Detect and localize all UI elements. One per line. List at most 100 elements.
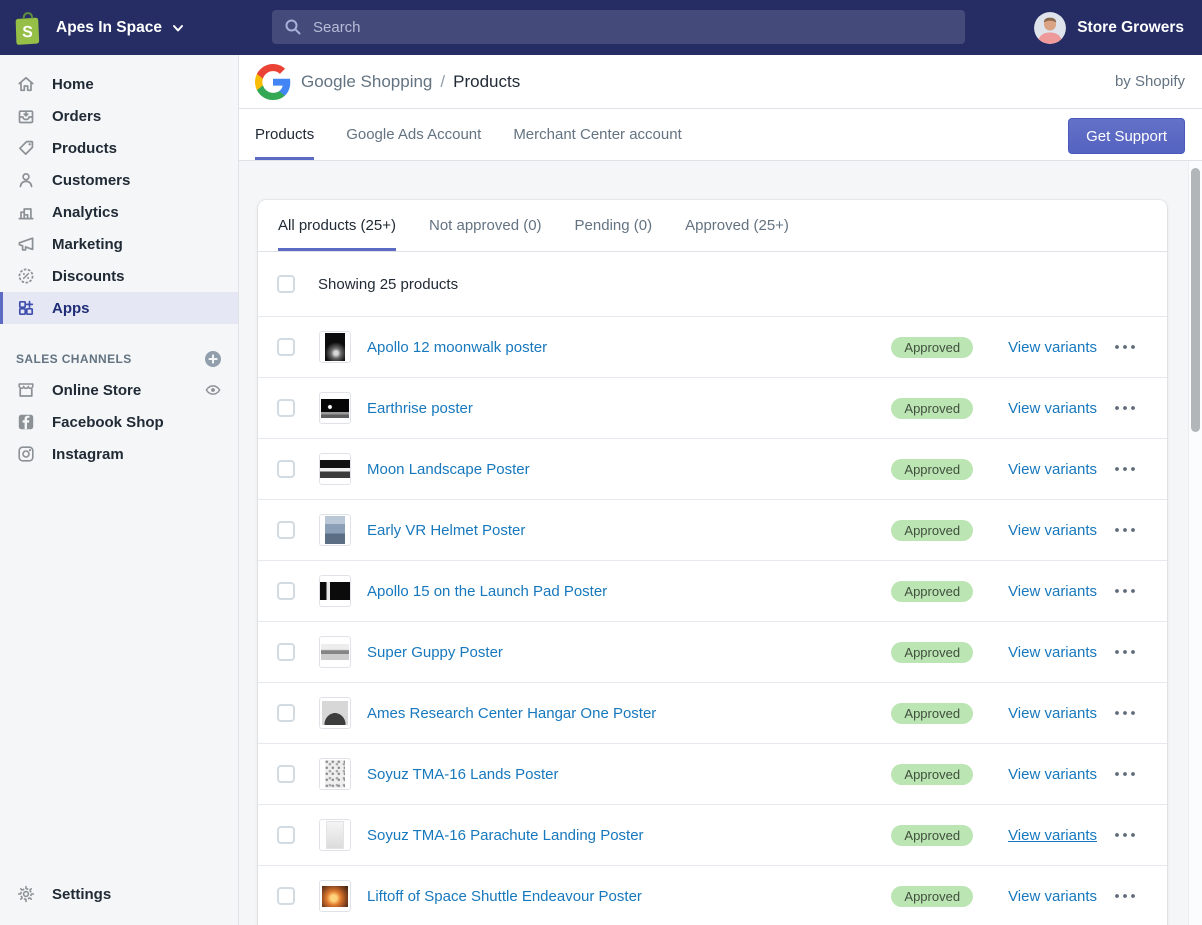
- product-title-link[interactable]: Early VR Helmet Poster: [367, 522, 525, 539]
- main-content: Google Shopping / Products by Shopify Pr…: [239, 55, 1202, 925]
- row-checkbox[interactable]: [277, 338, 295, 356]
- view-variants-link[interactable]: View variants: [1008, 339, 1097, 356]
- sidebar-item-online-store[interactable]: Online Store: [0, 374, 238, 406]
- product-list: Apollo 12 moonwalk poster Approved View …: [258, 316, 1167, 925]
- sidebar-item-label: Instagram: [52, 446, 124, 463]
- more-actions-icon[interactable]: [1113, 648, 1137, 656]
- chevron-down-icon[interactable]: [171, 21, 185, 35]
- tab-google-ads-account[interactable]: Google Ads Account: [346, 109, 481, 160]
- row-actions: Approved View variants: [891, 886, 1167, 907]
- tab-all-products[interactable]: All products (25+): [278, 200, 396, 251]
- sidebar-item-products[interactable]: Products: [0, 132, 238, 164]
- sidebar-item-instagram[interactable]: Instagram: [0, 438, 238, 470]
- sidebar-item-apps[interactable]: Apps: [0, 292, 238, 324]
- row-checkbox[interactable]: [277, 582, 295, 600]
- discounts-icon: [16, 266, 36, 286]
- product-thumbnail: [319, 575, 351, 607]
- row-checkbox[interactable]: [277, 399, 295, 417]
- more-actions-icon[interactable]: [1113, 526, 1137, 534]
- sidebar-item-label: Analytics: [52, 204, 119, 221]
- row-checkbox[interactable]: [277, 887, 295, 905]
- view-variants-link[interactable]: View variants: [1008, 705, 1097, 722]
- home-icon: [16, 74, 36, 94]
- breadcrumb-app-name[interactable]: Google Shopping: [301, 72, 432, 92]
- summary-row: Showing 25 products: [258, 252, 1167, 316]
- tab-merchant-center-account[interactable]: Merchant Center account: [513, 109, 681, 160]
- product-title-link[interactable]: Soyuz TMA-16 Parachute Landing Poster: [367, 827, 644, 844]
- sidebar-item-marketing[interactable]: Marketing: [0, 228, 238, 260]
- sidebar-item-home[interactable]: Home: [0, 68, 238, 100]
- view-variants-link[interactable]: View variants: [1008, 583, 1097, 600]
- more-actions-icon[interactable]: [1113, 343, 1137, 351]
- scrollbar-track[interactable]: [1188, 161, 1202, 925]
- status-badge: Approved: [891, 825, 973, 846]
- view-variants-link[interactable]: View variants: [1008, 400, 1097, 417]
- page-header: Google Shopping / Products by Shopify Pr…: [239, 55, 1202, 161]
- view-variants-link[interactable]: View variants: [1008, 461, 1097, 478]
- row-checkbox[interactable]: [277, 826, 295, 844]
- product-title-link[interactable]: Apollo 15 on the Launch Pad Poster: [367, 583, 607, 600]
- products-tag-icon: [16, 138, 36, 158]
- account-menu[interactable]: Store Growers: [1034, 12, 1184, 44]
- view-variants-link[interactable]: View variants: [1008, 888, 1097, 905]
- sidebar-item-facebook-shop[interactable]: Facebook Shop: [0, 406, 238, 438]
- sidebar-item-settings[interactable]: Settings: [0, 877, 238, 911]
- more-actions-icon[interactable]: [1113, 709, 1137, 717]
- view-variants-link[interactable]: View variants: [1008, 644, 1097, 661]
- tab-approved[interactable]: Approved (25+): [685, 200, 789, 251]
- more-actions-icon[interactable]: [1113, 892, 1137, 900]
- status-badge: Approved: [891, 398, 973, 419]
- sidebar-item-customers[interactable]: Customers: [0, 164, 238, 196]
- shopify-logo-icon[interactable]: S: [10, 9, 44, 47]
- view-variants-link[interactable]: View variants: [1008, 827, 1097, 844]
- product-thumbnail: [319, 514, 351, 546]
- more-actions-icon[interactable]: [1113, 587, 1137, 595]
- row-actions: Approved View variants: [891, 520, 1167, 541]
- more-actions-icon[interactable]: [1113, 831, 1137, 839]
- row-checkbox[interactable]: [277, 704, 295, 722]
- row-actions: Approved View variants: [891, 825, 1167, 846]
- row-checkbox[interactable]: [277, 521, 295, 539]
- product-title-link[interactable]: Moon Landscape Poster: [367, 461, 530, 478]
- instagram-icon: [16, 444, 36, 464]
- status-badge: Approved: [891, 581, 973, 602]
- sidebar-item-label: Customers: [52, 172, 130, 189]
- sidebar-item-label: Online Store: [52, 382, 141, 399]
- tab-pending[interactable]: Pending (0): [575, 200, 653, 251]
- more-actions-icon[interactable]: [1113, 770, 1137, 778]
- row-checkbox[interactable]: [277, 643, 295, 661]
- product-title-link[interactable]: Apollo 12 moonwalk poster: [367, 339, 547, 356]
- sidebar-item-discounts[interactable]: Discounts: [0, 260, 238, 292]
- select-all-checkbox[interactable]: [277, 275, 295, 293]
- analytics-icon: [16, 202, 36, 222]
- search-icon: [284, 18, 302, 36]
- row-actions: Approved View variants: [891, 581, 1167, 602]
- get-support-button[interactable]: Get Support: [1068, 118, 1185, 154]
- product-title-link[interactable]: Soyuz TMA-16 Lands Poster: [367, 766, 558, 783]
- status-badge: Approved: [891, 642, 973, 663]
- view-online-store-eye-icon[interactable]: [204, 381, 222, 399]
- row-actions: Approved View variants: [891, 642, 1167, 663]
- product-title-link[interactable]: Earthrise poster: [367, 400, 473, 417]
- tab-not-approved[interactable]: Not approved (0): [429, 200, 542, 251]
- scrollbar-thumb[interactable]: [1191, 168, 1200, 432]
- more-actions-icon[interactable]: [1113, 465, 1137, 473]
- product-title-link[interactable]: Super Guppy Poster: [367, 644, 503, 661]
- sidebar-item-orders[interactable]: Orders: [0, 100, 238, 132]
- add-sales-channel-icon[interactable]: [204, 350, 222, 368]
- table-row: Apollo 12 moonwalk poster Approved View …: [258, 316, 1167, 377]
- search-input[interactable]: Search: [272, 10, 965, 44]
- page-title: Products: [453, 72, 520, 92]
- more-actions-icon[interactable]: [1113, 404, 1137, 412]
- view-variants-link[interactable]: View variants: [1008, 766, 1097, 783]
- view-variants-link[interactable]: View variants: [1008, 522, 1097, 539]
- product-title-link[interactable]: Liftoff of Space Shuttle Endeavour Poste…: [367, 888, 642, 905]
- product-title-link[interactable]: Ames Research Center Hangar One Poster: [367, 705, 656, 722]
- store-name[interactable]: Apes In Space: [56, 19, 162, 37]
- tab-products[interactable]: Products: [255, 109, 314, 160]
- row-checkbox[interactable]: [277, 765, 295, 783]
- customers-icon: [16, 170, 36, 190]
- product-image: [321, 644, 349, 660]
- sidebar-item-analytics[interactable]: Analytics: [0, 196, 238, 228]
- row-checkbox[interactable]: [277, 460, 295, 478]
